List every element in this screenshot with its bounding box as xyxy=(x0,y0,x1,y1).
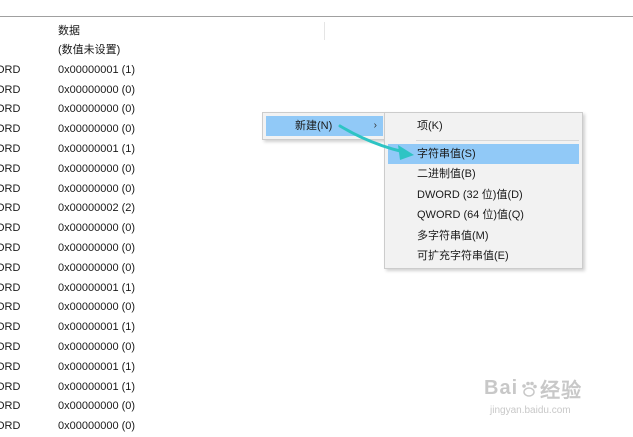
row-data: 0x00000001 (1) xyxy=(58,321,136,334)
submenu-item-string-value[interactable]: 字符串值(S) xyxy=(388,144,579,164)
row-type: ORD xyxy=(0,261,21,274)
row-type: ORD xyxy=(0,222,21,235)
row-data: 0x00000001 (1) xyxy=(58,380,136,393)
row-type: ORD xyxy=(0,202,21,215)
row-type: ORD xyxy=(0,321,21,334)
row-data: 0x00000000 (0) xyxy=(58,182,136,195)
row-type: ORD xyxy=(0,360,21,373)
row-data: 0x00000000 (0) xyxy=(58,261,136,274)
row-type: ORD xyxy=(0,123,21,136)
row-data: 0x00000000 (0) xyxy=(58,400,136,413)
row-type: ORD xyxy=(0,400,21,413)
submenu-item-expandable-string-value[interactable]: 可扩充字符串值(E) xyxy=(388,246,579,266)
submenu-arrow-icon: › xyxy=(373,120,377,131)
submenu-item-dword-value[interactable]: DWORD (32 位)值(D) xyxy=(388,185,579,205)
new-submenu: 项(K) 字符串值(S) 二进制值(B) DWORD (32 位)值(D) QW… xyxy=(384,112,583,269)
row-data: 0x00000000 (0) xyxy=(58,222,136,235)
header-divider xyxy=(0,16,633,17)
context-menu: 新建(N) › xyxy=(262,112,387,140)
row-type: ORD xyxy=(0,103,21,116)
row-data: 0x00000000 (0) xyxy=(58,301,136,314)
menu-item-new-label: 新建(N) xyxy=(295,120,333,132)
paw-icon xyxy=(522,381,537,397)
baidu-watermark: Bai 经验 jingyan.baidu.com xyxy=(484,374,582,416)
row-data: 0x00000000 (0) xyxy=(58,83,136,96)
menu-item-new[interactable]: 新建(N) › xyxy=(266,116,383,136)
watermark-brand-left: Bai xyxy=(484,377,519,399)
row-data: 0x00000002 (2) xyxy=(58,202,136,215)
row-data: 0x00000001 (1) xyxy=(58,281,136,294)
row-data: (数值未设置) xyxy=(58,44,121,56)
column-header-data[interactable]: 数据 xyxy=(58,22,325,40)
row-data: 0x00000001 (1) xyxy=(58,63,136,76)
row-type: ORD xyxy=(0,340,21,353)
submenu-item-binary-value[interactable]: 二进制值(B) xyxy=(388,164,579,184)
row-type: ORD xyxy=(0,142,21,155)
row-type: ORD xyxy=(0,420,21,433)
submenu-item-multi-string-value[interactable]: 多字符串值(M) xyxy=(388,226,579,246)
watermark-brand-right: 经验 xyxy=(540,380,583,402)
row-type: ORD xyxy=(0,241,21,254)
row-data: 0x00000000 (0) xyxy=(58,340,136,353)
submenu-item-key[interactable]: 项(K) xyxy=(388,116,579,136)
row-type: ORD xyxy=(0,182,21,195)
submenu-item-qword-value[interactable]: QWORD (64 位)值(Q) xyxy=(388,205,579,225)
watermark-url: jingyan.baidu.com xyxy=(490,405,571,416)
row-type: ORD xyxy=(0,380,21,393)
row-type: ORD xyxy=(0,281,21,294)
row-data: 0x00000000 (0) xyxy=(58,420,136,433)
row-type: ORD xyxy=(0,301,21,314)
row-data: 0x00000000 (0) xyxy=(58,241,136,254)
row-data: 0x00000000 (0) xyxy=(58,103,136,116)
row-data: 0x00000000 (0) xyxy=(58,123,136,136)
row-type: ORD xyxy=(0,63,21,76)
row-data: 0x00000001 (1) xyxy=(58,360,136,373)
row-data: 0x00000001 (1) xyxy=(58,142,136,155)
row-type: ORD xyxy=(0,162,21,175)
row-type: ORD xyxy=(0,83,21,96)
submenu-separator xyxy=(416,140,579,141)
row-data: 0x00000000 (0) xyxy=(58,162,136,175)
